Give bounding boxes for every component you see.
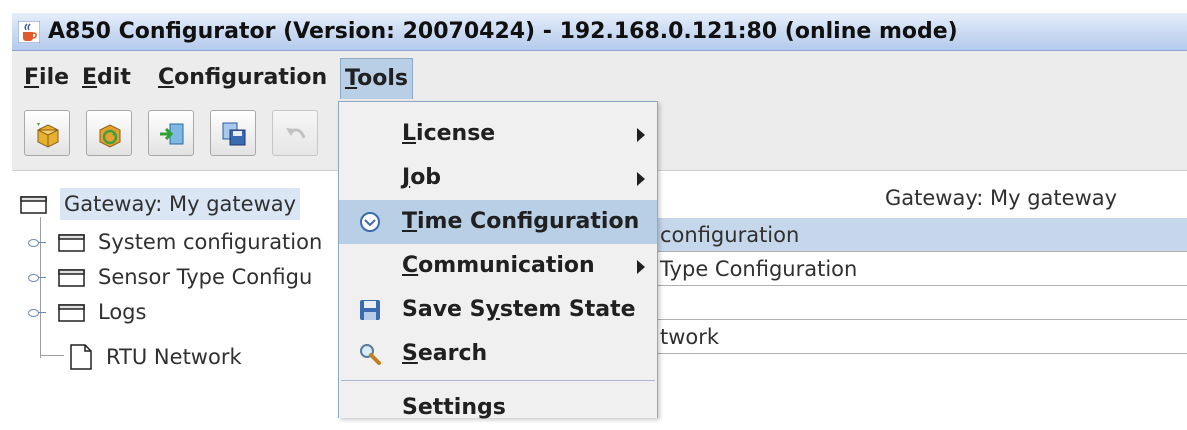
expand-handle-icon[interactable] <box>28 309 39 317</box>
import-icon <box>160 123 184 145</box>
menu-item-save-system-state[interactable]: Save System State <box>339 288 657 332</box>
menu-item-search[interactable]: Search <box>339 332 657 376</box>
menu-item-communication[interactable]: Communication <box>339 244 657 288</box>
folder-icon <box>58 234 85 252</box>
tree-item-label: Logs <box>98 300 147 324</box>
menu-item-settings[interactable]: Settings <box>339 386 657 430</box>
menu-item-license[interactable]: License <box>339 112 657 156</box>
save-copy-button[interactable] <box>210 110 256 156</box>
window-title: A850 Configurator (Version: 20070424) - … <box>48 19 958 44</box>
menu-item-label: Save System State <box>402 297 636 322</box>
expand-handle-icon[interactable] <box>28 274 39 282</box>
header-title: Gateway: My gateway <box>885 186 1118 210</box>
floppy-disk-icon <box>360 300 380 320</box>
undo-icon <box>286 128 306 139</box>
java-cup-icon <box>18 21 40 43</box>
submenu-arrow-icon <box>637 172 645 186</box>
menu-item-label: Search <box>402 341 488 366</box>
menu-item-label: Time Configuration <box>402 209 640 234</box>
tree-item-system-configuration[interactable]: System configuration <box>26 226 346 258</box>
tools-menu: License Job Time Configuration Communica… <box>338 101 658 420</box>
tree-item-rtu-network[interactable]: RTU Network <box>26 341 346 373</box>
magnifier-icon <box>360 344 381 365</box>
tree-item-label: RTU Network <box>106 345 242 369</box>
title-bar: A850 Configurator (Version: 20070424) - … <box>12 13 1187 51</box>
menu-edit[interactable]: Edit <box>78 62 135 94</box>
menu-item-label: License <box>402 121 496 146</box>
refresh-button[interactable] <box>86 110 132 156</box>
undo-button[interactable] <box>272 110 318 156</box>
new-button[interactable] <box>24 110 70 156</box>
tree-item-label: System configuration <box>98 230 323 254</box>
document-icon <box>70 344 92 370</box>
menu-file[interactable]: File <box>20 62 73 94</box>
menu-separator <box>341 380 655 381</box>
folder-icon <box>58 304 85 322</box>
tree-root[interactable]: Gateway: My gateway <box>16 188 316 220</box>
save-copy-icon <box>222 122 246 146</box>
menu-item-label: Settings <box>402 395 506 420</box>
menu-item-job[interactable]: Job <box>339 156 657 200</box>
tree-item-logs[interactable]: Logs <box>26 296 346 328</box>
menu-tools[interactable]: Tools <box>340 58 413 99</box>
submenu-arrow-icon <box>637 128 645 142</box>
menu-item-label: Job <box>402 165 442 190</box>
folder-icon <box>20 196 47 214</box>
tree-pane: Gateway: My gateway System configuration… <box>12 172 340 418</box>
tree-item-label: Sensor Type Configu <box>98 265 313 289</box>
menu-bar: File Edit Configuration Tools <box>12 51 1187 101</box>
expand-handle-icon[interactable] <box>28 239 39 247</box>
tree-root-label: Gateway: My gateway <box>60 188 301 220</box>
clock-icon <box>360 212 380 232</box>
submenu-arrow-icon <box>637 260 645 274</box>
new-package-icon <box>37 123 59 148</box>
tree-item-sensor-type[interactable]: Sensor Type Configu <box>26 261 346 293</box>
import-button[interactable] <box>148 110 194 156</box>
refresh-package-icon <box>99 124 121 148</box>
menu-item-time-configuration[interactable]: Time Configuration <box>339 200 657 244</box>
menu-configuration[interactable]: Configuration <box>154 62 331 94</box>
folder-icon <box>58 269 85 287</box>
menu-item-label: Communication <box>402 253 595 278</box>
